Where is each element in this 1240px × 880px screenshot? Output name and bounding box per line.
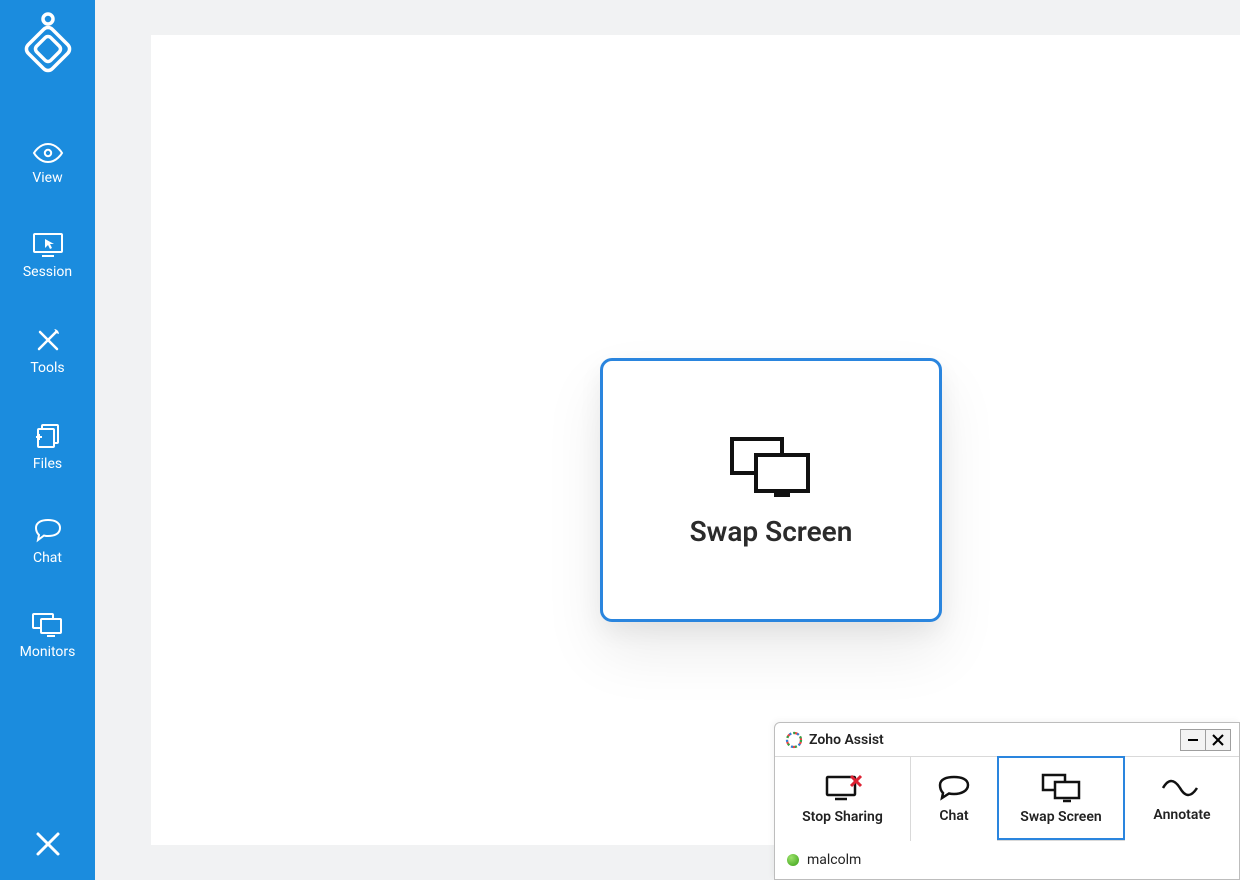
assist-panel-header: Zoho Assist — [775, 723, 1239, 757]
sidebar-item-tools[interactable]: Tools — [30, 326, 64, 376]
button-label: Annotate — [1153, 807, 1210, 823]
button-label: Swap Screen — [1020, 809, 1101, 825]
sidebar: View Session Tools — [0, 0, 95, 880]
sidebar-item-label: Chat — [33, 550, 62, 566]
sidebar-item-view[interactable]: View — [31, 142, 65, 186]
swap-screen-icon — [726, 433, 816, 501]
monitor-cursor-icon — [32, 232, 64, 258]
zoho-logo-icon — [785, 731, 803, 749]
sidebar-item-label: Tools — [30, 360, 64, 376]
sidebar-item-files[interactable]: Files — [33, 422, 63, 472]
swap-screen-icon — [1039, 771, 1083, 803]
monitors-icon — [31, 612, 65, 638]
stop-sharing-icon — [823, 773, 863, 803]
status-indicator-icon — [787, 854, 799, 866]
sidebar-item-label: Session — [23, 264, 72, 280]
close-button[interactable] — [0, 830, 95, 858]
sidebar-item-session[interactable]: Session — [23, 232, 72, 280]
stop-sharing-button[interactable]: Stop Sharing — [775, 757, 911, 841]
sidebar-item-label: Monitors — [20, 644, 76, 660]
button-label: Chat — [939, 808, 968, 824]
minimize-button[interactable] — [1180, 729, 1206, 751]
button-label: Stop Sharing — [802, 809, 883, 825]
swap-screen-callout: Swap Screen — [600, 358, 942, 622]
close-icon — [1212, 734, 1224, 746]
chat-bubble-icon — [32, 518, 64, 544]
app-logo-icon — [19, 11, 77, 73]
app-logo — [18, 12, 78, 72]
swap-screen-callout-label: Swap Screen — [690, 515, 853, 548]
minimize-icon — [1187, 734, 1199, 746]
files-icon — [33, 422, 63, 450]
close-panel-button[interactable] — [1205, 729, 1231, 751]
eye-icon — [31, 142, 65, 164]
chat-bubble-icon — [935, 774, 973, 802]
annotate-wave-icon — [1159, 775, 1205, 801]
assist-panel: Zoho Assist Stop Sharing — [774, 722, 1240, 880]
assist-toolbar: Stop Sharing Chat Swap Screen Annotate — [775, 757, 1239, 841]
close-icon — [34, 830, 62, 858]
window-controls — [1180, 729, 1231, 751]
assist-status-bar: malcolm — [775, 841, 1239, 879]
sidebar-nav: View Session Tools — [0, 142, 95, 660]
assist-panel-title: Zoho Assist — [809, 732, 1180, 748]
annotate-button[interactable]: Annotate — [1125, 757, 1239, 841]
chat-button[interactable]: Chat — [911, 757, 998, 841]
status-username: malcolm — [807, 852, 861, 868]
swap-screen-button[interactable]: Swap Screen — [997, 756, 1125, 840]
sidebar-item-label: Files — [33, 456, 62, 472]
tools-icon — [34, 326, 62, 354]
sidebar-item-chat[interactable]: Chat — [32, 518, 64, 566]
sidebar-item-label: View — [32, 170, 62, 186]
sidebar-item-monitors[interactable]: Monitors — [20, 612, 76, 660]
